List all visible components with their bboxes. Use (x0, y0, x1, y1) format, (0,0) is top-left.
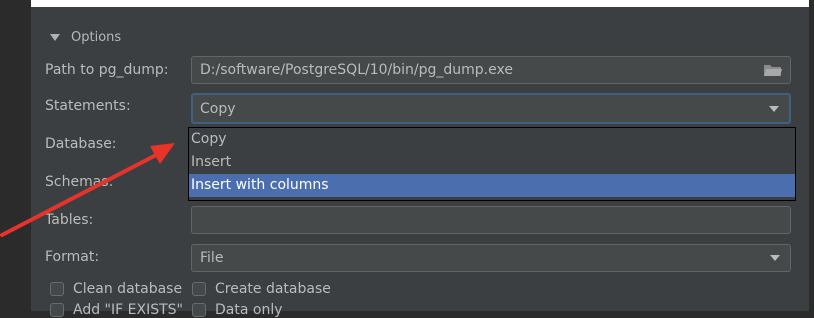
annotation-arrow (0, 143, 175, 237)
